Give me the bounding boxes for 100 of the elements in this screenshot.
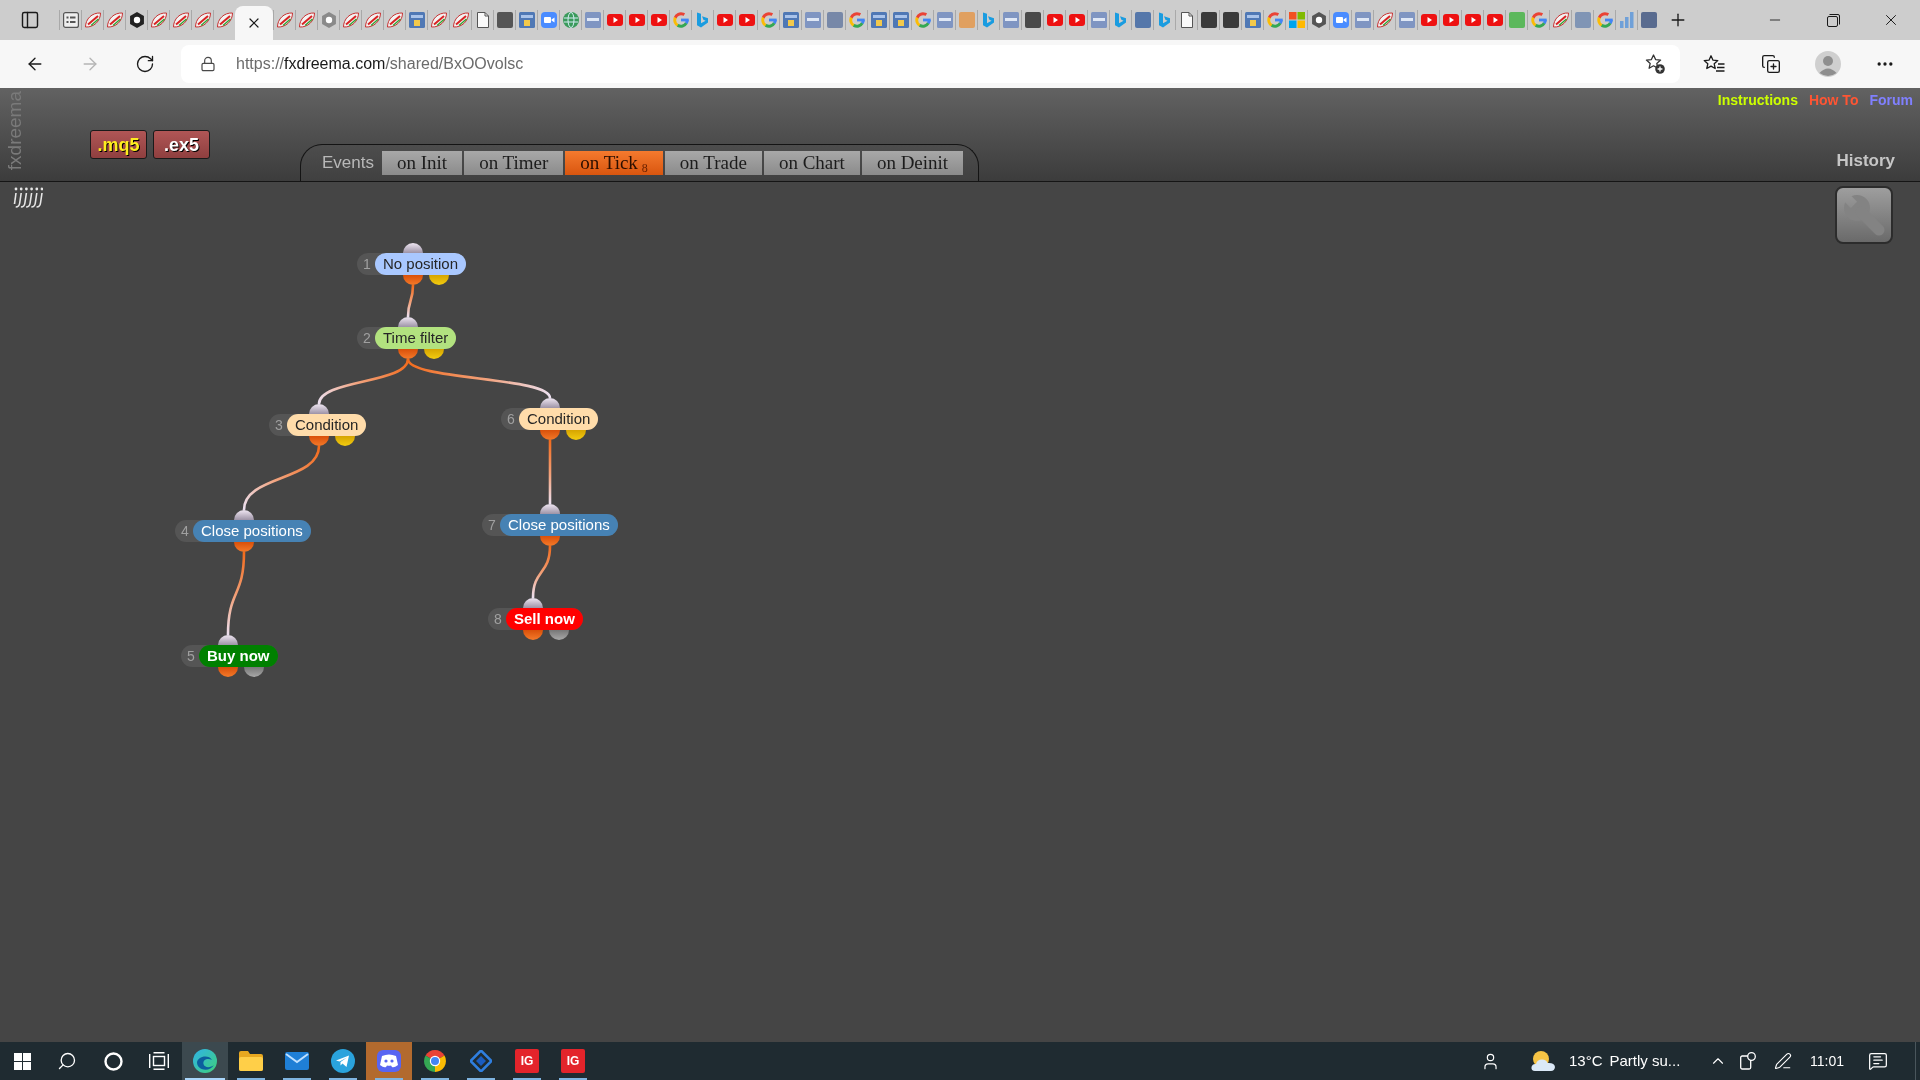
output-port-icon[interactable] <box>540 536 560 546</box>
device-icon[interactable] <box>1740 1052 1756 1070</box>
event-tab[interactable]: on Timer <box>464 151 564 175</box>
flow-block[interactable]: 6 Condition <box>501 408 599 430</box>
input-port-icon[interactable] <box>218 635 238 645</box>
output-port-icon[interactable] <box>549 630 569 640</box>
square-tile-icon <box>892 12 909 28</box>
play-icon <box>606 14 623 26</box>
output-port-icon[interactable] <box>540 430 560 440</box>
output-port-icon[interactable] <box>234 542 254 552</box>
leaf-icon <box>194 12 211 28</box>
input-port-icon[interactable] <box>523 598 543 608</box>
leaf-icon <box>298 12 315 28</box>
flow-block[interactable]: 3 Condition <box>269 414 367 436</box>
output-port-icon[interactable] <box>218 667 238 677</box>
flow-block[interactable]: 7 Close positions <box>482 514 618 536</box>
clock-text[interactable]: 11:01 <box>1805 1050 1849 1072</box>
output-port-icon[interactable] <box>523 630 543 640</box>
taskbar-app[interactable]: IG <box>504 1042 550 1080</box>
events-label: Events <box>322 152 374 174</box>
input-port-icon[interactable] <box>398 317 418 327</box>
globe-icon <box>562 12 579 28</box>
search-icon[interactable] <box>57 1051 77 1071</box>
output-port-icon[interactable] <box>566 430 586 440</box>
input-port-icon[interactable] <box>403 243 423 253</box>
restore-icon[interactable] <box>1826 13 1840 27</box>
output-port-icon[interactable] <box>244 667 264 677</box>
block-label[interactable]: Condition <box>287 414 367 436</box>
block-label[interactable]: Condition <box>519 408 599 430</box>
output-port-icon[interactable] <box>429 275 449 285</box>
block-label[interactable]: Time filter <box>375 327 457 349</box>
taskbar-app[interactable]: IG <box>550 1042 596 1080</box>
leaf-icon <box>364 12 381 28</box>
output-port-icon[interactable] <box>424 349 444 359</box>
four-panes-icon[interactable] <box>13 1052 31 1070</box>
folder-icon[interactable] <box>239 1051 263 1071</box>
pen-icon[interactable] <box>1774 1052 1792 1070</box>
flow-block[interactable]: 5 Buy now <box>181 645 278 667</box>
banner-tile-icon <box>1354 12 1371 28</box>
header-link[interactable]: Instructions <box>1717 91 1798 109</box>
flow-block[interactable]: 2 Time filter <box>357 327 457 349</box>
ring-icon[interactable] <box>103 1051 123 1071</box>
block-label[interactable]: Close positions <box>193 520 311 542</box>
tools-button[interactable] <box>1835 186 1893 244</box>
b-logo-icon <box>697 12 708 28</box>
paper-plane-icon[interactable] <box>331 1049 355 1073</box>
leaf-icon <box>150 12 167 28</box>
envelope-icon[interactable] <box>285 1052 309 1070</box>
refresh-icon[interactable] <box>135 54 155 74</box>
input-port-icon[interactable] <box>309 404 329 414</box>
block-number: 6 <box>507 410 516 429</box>
color-wheel-icon[interactable] <box>424 1050 446 1072</box>
letter-tile[interactable]: IG <box>515 1049 539 1073</box>
lock-icon[interactable] <box>200 56 216 72</box>
leaf-icon <box>452 12 469 28</box>
diamond-icon[interactable] <box>470 1050 492 1072</box>
letter-tile[interactable]: IG <box>561 1049 585 1073</box>
square-tile-icon <box>870 12 887 28</box>
browser-tab[interactable] <box>59 10 81 30</box>
banner-tile-icon <box>1002 12 1019 28</box>
leaf-icon <box>84 12 101 28</box>
output-port-icon[interactable] <box>309 436 329 446</box>
input-port-icon[interactable] <box>540 398 560 408</box>
output-port-icon[interactable] <box>403 275 423 285</box>
notification-icon[interactable] <box>1868 1051 1888 1071</box>
flow-block[interactable]: 8 Sell now <box>488 608 583 630</box>
event-tab[interactable]: on Tick $_{8}$ <box>565 151 663 175</box>
flow-block[interactable]: 4 Close positions <box>175 520 311 542</box>
star-list-icon[interactable] <box>1703 55 1725 73</box>
banner-tile-icon <box>1090 12 1107 28</box>
taskbar-app[interactable] <box>182 1042 228 1080</box>
sun-cloud-icon[interactable] <box>1531 1050 1555 1072</box>
task-view-icon[interactable] <box>149 1052 169 1070</box>
block-label[interactable]: Close positions <box>500 514 618 536</box>
address-bar[interactable]: https://fxdreema.com/shared/BxOOvolsc <box>181 45 1680 83</box>
event-tab[interactable]: on Deinit <box>861 151 964 175</box>
export-button[interactable]: .mq5 <box>90 130 147 159</box>
output-port-icon[interactable] <box>398 349 418 359</box>
stacked-squares-plus-icon[interactable] <box>1761 54 1781 74</box>
sidebar-icon[interactable] <box>19 10 40 30</box>
block-label[interactable]: Sell now <box>506 608 583 630</box>
output-port-icon[interactable] <box>335 436 355 446</box>
flow-block[interactable]: 1 No position <box>357 253 467 275</box>
url-text[interactable]: https://fxdreema.com/shared/BxOOvolsc <box>236 52 524 76</box>
export-button[interactable]: .ex5 <box>153 130 210 159</box>
event-tab[interactable]: on Init <box>382 151 463 175</box>
gamepad-icon[interactable] <box>377 1050 401 1072</box>
avatar-icon[interactable] <box>1815 51 1841 77</box>
camera-icon <box>1332 12 1349 28</box>
star-plus-icon[interactable] <box>1645 54 1665 74</box>
input-port-icon[interactable] <box>540 504 560 514</box>
block-label[interactable]: Buy now <box>199 645 278 667</box>
event-tab[interactable]: on Trade <box>664 151 762 175</box>
input-port-icon[interactable] <box>234 510 254 520</box>
event-tab[interactable]: on Chart <box>763 151 860 175</box>
history-link[interactable]: History <box>1836 151 1895 171</box>
block-label[interactable]: No position <box>375 253 467 275</box>
play-icon <box>1486 14 1503 26</box>
block-number: 1 <box>363 255 372 274</box>
swirl-icon[interactable] <box>193 1049 217 1073</box>
